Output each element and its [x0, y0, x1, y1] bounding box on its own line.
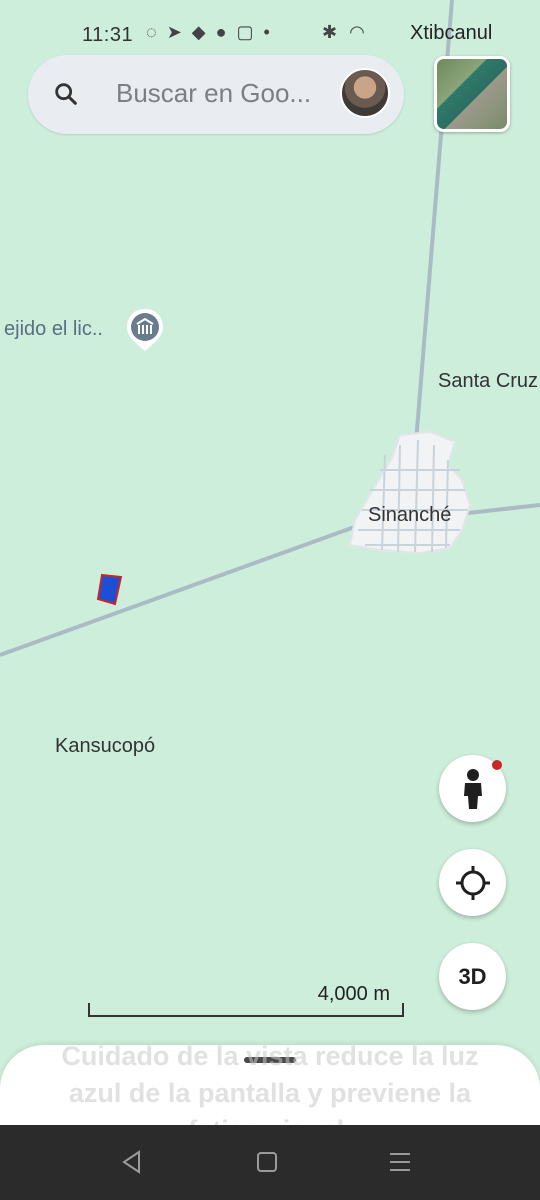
wifi-icon: ◠: [349, 22, 365, 42]
message-icon: ◆: [191, 22, 206, 42]
pegman-icon: [463, 768, 482, 809]
map-label-sinanche[interactable]: Sinanché: [368, 504, 451, 527]
avatar[interactable]: [340, 68, 390, 118]
road-west: [0, 523, 361, 657]
system-icons: ✱ ◠: [322, 22, 365, 43]
map-label-ejido[interactable]: ejido el lic..: [4, 318, 103, 341]
map-roads: [0, 0, 540, 657]
scale-line: [88, 1003, 404, 1017]
3d-button[interactable]: 3D: [439, 943, 506, 1010]
my-location-icon: [455, 865, 490, 900]
search-input[interactable]: Buscar en Goo...: [116, 78, 311, 109]
home-icon[interactable]: [252, 1147, 282, 1177]
dot-icon: •: [263, 22, 270, 42]
parcel-polygon[interactable]: [96, 573, 123, 606]
bluetooth-icon: ✱: [322, 22, 338, 42]
search-bar[interactable]: Buscar en Goo...: [28, 55, 404, 134]
status-time: 11:31: [82, 24, 134, 46]
map-label-kansucopo[interactable]: Kansucopó: [55, 735, 155, 758]
notification-icons: ◌ ➤ ◆ ● ▢ •: [146, 22, 270, 43]
map-canvas[interactable]: [0, 0, 540, 1200]
facebook-icon: ●: [215, 22, 227, 42]
navigation-bar: [0, 1125, 540, 1200]
town-area: [348, 430, 472, 555]
map-label-santa-cruz[interactable]: Santa Cruz: [438, 370, 538, 393]
whatsapp-icon: ◌: [146, 22, 157, 42]
back-icon[interactable]: [117, 1147, 147, 1177]
layers-button[interactable]: [434, 56, 510, 132]
museum-pin-icon[interactable]: [124, 307, 166, 353]
recents-icon[interactable]: [385, 1147, 415, 1177]
telegram-icon: ➤: [166, 22, 182, 42]
instagram-icon: ▢: [236, 22, 254, 42]
scale-bar: 4,000 m: [88, 983, 404, 1017]
map-label-xtibcanul: Xtibcanul: [410, 22, 493, 44]
my-location-button[interactable]: [439, 849, 506, 916]
search-icon: [55, 83, 77, 105]
notification-dot: [492, 760, 502, 770]
